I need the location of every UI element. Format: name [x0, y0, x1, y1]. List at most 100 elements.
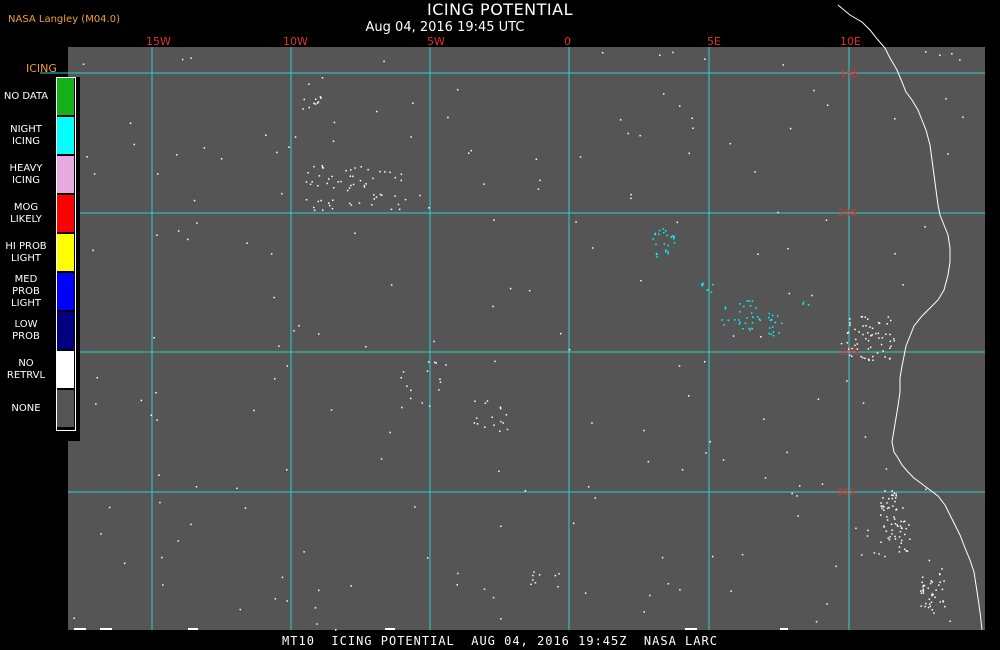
icing-pixel: [394, 195, 396, 197]
icing-pixel: [892, 505, 894, 507]
icing-pixel: [663, 232, 665, 234]
icing-pixel: [328, 178, 330, 180]
icing-pixel: [663, 93, 665, 95]
icing-pixel: [187, 238, 189, 241]
icing-pixel: [352, 175, 354, 178]
icing-pixel: [308, 83, 310, 85]
icing-pixel: [406, 385, 408, 387]
icing-pixel: [428, 405, 431, 407]
icing-pixel: [348, 202, 351, 205]
icing-pixel: [864, 436, 867, 438]
icing-pixel: [666, 234, 668, 237]
icing-pixel: [772, 334, 775, 337]
icing-pixel: [898, 551, 901, 553]
icing-pixel: [584, 592, 587, 594]
icing-pixel: [895, 495, 897, 497]
icing-pixel: [438, 389, 440, 391]
icing-pixel: [500, 525, 502, 527]
icing-pixel: [899, 530, 902, 533]
icing-pixel: [156, 234, 158, 236]
icing-pixel: [884, 555, 886, 558]
icing-pixel: [886, 323, 888, 325]
icing-pixel: [752, 316, 754, 318]
icing-pixel: [305, 199, 308, 201]
icing-pixel: [591, 247, 594, 249]
icing-pixel: [891, 494, 893, 496]
icing-pixel: [426, 557, 429, 559]
icing-pixel: [894, 523, 897, 525]
icing-pixel: [898, 536, 901, 538]
icing-pixel: [768, 332, 770, 335]
icing-pixel: [278, 345, 280, 347]
icing-pixel: [930, 601, 933, 603]
legend-item-label: HEAVY ICING: [9, 162, 43, 186]
icing-pixel: [878, 322, 881, 325]
icing-pixel: [849, 322, 851, 324]
lon-label-10e: 10E: [840, 35, 861, 48]
icing-pixel: [900, 520, 902, 523]
icing-pixel: [856, 348, 859, 350]
icing-pixel: [331, 175, 333, 178]
icing-pixel: [934, 596, 936, 599]
legend-item-label: NO RETRVL: [6, 357, 46, 381]
icing-pixel: [468, 152, 470, 154]
icing-pixel: [643, 429, 645, 432]
icing-pixel: [162, 584, 164, 586]
icing-pixel: [476, 423, 479, 425]
icing-pixel: [909, 538, 911, 540]
icing-pixel: [380, 458, 383, 460]
icing-pixel: [293, 330, 295, 332]
icing-pixel: [734, 319, 736, 321]
icing-pixel: [751, 300, 754, 302]
icing-pixel: [881, 337, 884, 339]
icing-pixel: [755, 307, 757, 309]
lon-label-10w: 10W: [283, 35, 308, 48]
icing-pixel: [483, 588, 486, 590]
icing-pixel: [156, 419, 158, 421]
icing-pixel: [895, 508, 898, 510]
icing-pixel: [868, 359, 870, 362]
icing-pixel: [412, 102, 414, 104]
icing-pixel: [886, 502, 888, 504]
icing-pixel: [858, 331, 860, 333]
icing-pixel: [880, 343, 883, 346]
icing-pixel: [920, 590, 922, 592]
tick: [780, 628, 788, 630]
icing-pixel: [73, 617, 75, 619]
icing-pixel: [672, 51, 674, 54]
icing-pixel: [944, 605, 946, 608]
icing-pixel: [856, 343, 858, 345]
icing-pixel: [270, 253, 273, 255]
icing-pixel: [782, 64, 784, 66]
icing-pixel: [861, 554, 863, 556]
icing-pixel: [667, 250, 669, 253]
icing-pixel: [538, 574, 541, 576]
icing-pixel: [724, 308, 727, 310]
icing-pixel: [265, 134, 267, 136]
icing-pixel: [435, 362, 437, 364]
icing-pixel: [133, 143, 135, 146]
icing-pixel: [108, 506, 111, 509]
icing-pixel: [640, 279, 642, 282]
icing-pixel: [335, 629, 337, 631]
icing-pixel: [359, 179, 362, 182]
icing-pixel: [864, 357, 866, 360]
icing-pixel: [904, 520, 906, 522]
icing-pixel: [928, 559, 931, 562]
icing-pixel: [776, 315, 779, 317]
icing-pixel: [770, 333, 772, 336]
icing-pixel: [354, 167, 356, 169]
icing-pixel: [701, 284, 704, 286]
icing-pixel: [345, 169, 347, 172]
icing-pixel: [288, 146, 290, 148]
icing-pixel: [788, 292, 791, 295]
icing-pixel: [428, 207, 430, 209]
icing-pixel: [846, 342, 848, 344]
icing-pixel: [333, 187, 335, 189]
icing-pixel: [875, 332, 877, 335]
icing-pixel: [889, 347, 891, 349]
icing-pixel: [738, 323, 741, 325]
icing-pixel: [305, 181, 308, 183]
icing-pixel: [352, 183, 355, 186]
icing-pixel: [389, 431, 391, 434]
